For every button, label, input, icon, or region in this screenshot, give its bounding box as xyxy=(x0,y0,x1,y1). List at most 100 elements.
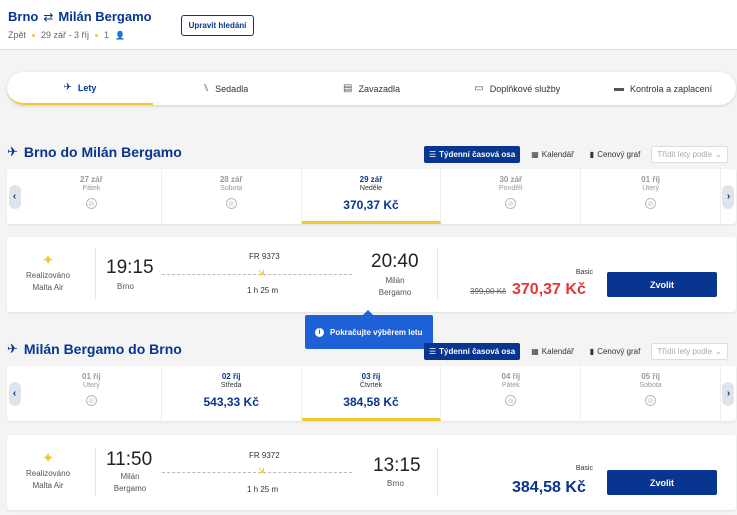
step-label: Lety xyxy=(77,82,97,93)
sort-dropdown[interactable]: Třídit lety podle ⌄ xyxy=(651,343,728,360)
bar-chart-icon: ▮ xyxy=(589,347,595,356)
plane-takeoff-icon: ✈ xyxy=(7,144,18,159)
date-cell-selected[interactable]: 29 zář Neděle 370,37 Kč xyxy=(301,169,442,224)
sort-dropdown[interactable]: Třídit lety podle ⌄ xyxy=(651,146,728,163)
departure-airport: Bergamo xyxy=(113,484,147,493)
view-label: Kalendář xyxy=(541,150,574,159)
inbound-date-carousel: ‹ 01 říj Úterý ⊘ 02 říj Středa 543,33 Kč… xyxy=(7,366,736,421)
view-label: Týdenní časová osa xyxy=(439,347,516,356)
list-icon: ☰ xyxy=(429,347,437,356)
no-flight-icon: ⊘ xyxy=(225,198,237,209)
next-dates-button[interactable]: › xyxy=(721,169,736,224)
divider xyxy=(95,447,96,497)
outbound-date-carousel: ‹ 27 zář Pátek ⊘ 28 zář Sobota ⊘ 29 zář … xyxy=(7,169,736,224)
price-graph-button[interactable]: ▮ Cenový graf xyxy=(585,343,646,360)
price-graph-button[interactable]: ▮ Cenový graf xyxy=(585,146,646,163)
search-summary-header: Brno ⇄ Milán Bergamo Zpět 29 zář - 3 říj… xyxy=(0,0,737,50)
departure-place: Milán Bergamo xyxy=(110,471,150,495)
date-cell[interactable]: 02 říj Středa 543,33 Kč xyxy=(162,366,302,421)
arrival-time: 20:40 xyxy=(371,251,419,272)
select-flight-button[interactable]: Zvolit xyxy=(607,272,717,297)
weekday-label: Pátek xyxy=(82,185,101,192)
prev-dates-button[interactable]: ‹ xyxy=(7,366,22,421)
origin-label: Brno xyxy=(8,9,39,24)
view-label: Kalendář xyxy=(541,347,574,356)
booking-steps: ✈ Lety ⑊ Sedadla ▤ Zavazadla ▭ Doplňkové… xyxy=(7,72,736,105)
plane-icon: ✈ xyxy=(253,266,269,282)
calendar-view-button[interactable]: ▦ Kalendář xyxy=(526,146,579,163)
departure-time: 19:15 xyxy=(106,257,154,278)
timeline-view-button[interactable]: ☰ Týdenní časová osa xyxy=(424,146,521,163)
step-extras[interactable]: ▭ Doplňkové služby xyxy=(444,72,590,105)
select-flight-button[interactable]: Zvolit xyxy=(607,470,717,495)
date-label: 01 říj xyxy=(82,372,101,381)
outbound-flight-card: ✦ Realizováno Malta Air 19:15 Brno FR 93… xyxy=(7,237,736,312)
chevron-left-icon: ‹ xyxy=(8,381,21,406)
passenger-count: 1 xyxy=(104,30,110,40)
arrival-airport: Bergamo xyxy=(378,288,412,297)
weekday-label: Sobota xyxy=(639,382,662,389)
flight-duration: 1 h 25 m xyxy=(247,286,279,295)
luggage-icon: ▤ xyxy=(343,83,353,94)
info-icon: i xyxy=(315,327,324,337)
calendar-icon: ▦ xyxy=(531,150,539,159)
person-icon: 👤 xyxy=(115,30,126,40)
date-label: 27 zář xyxy=(80,175,103,184)
card-icon: ▬ xyxy=(614,83,625,94)
operated-by-label: Realizováno xyxy=(25,469,71,478)
return-arrows-icon: ⇄ xyxy=(43,9,54,24)
view-label: Týdenní časová osa xyxy=(439,150,516,159)
weekday-label: Sobota xyxy=(220,185,243,192)
step-flights[interactable]: ✈ Lety xyxy=(7,72,153,105)
date-cell: 01 říj Úterý ⊘ xyxy=(22,366,162,421)
original-price: 399,00 Kč xyxy=(470,287,507,296)
flight-number: FR 9372 xyxy=(249,451,280,460)
arrival-time: 13:15 xyxy=(373,455,421,476)
step-checkout[interactable]: ▬ Kontrola a zaplacení xyxy=(590,72,736,105)
separator-dot xyxy=(95,33,99,37)
departure-time: 11:50 xyxy=(106,449,153,470)
outbound-title: ✈ Brno do Milán Bergamo xyxy=(7,144,182,160)
arrival-city: Milán xyxy=(385,276,405,285)
monitor-icon: ▭ xyxy=(474,83,484,94)
prev-dates-button[interactable]: ‹ xyxy=(7,169,22,224)
edit-search-button[interactable]: Upravit hledání xyxy=(181,15,254,36)
no-flight-icon: ⊘ xyxy=(85,395,97,406)
bar-chart-icon: ▮ xyxy=(589,150,595,159)
date-label: 29 zář xyxy=(359,175,383,184)
no-flight-icon: ⊘ xyxy=(645,395,657,406)
weekday-label: Pondělí xyxy=(498,185,523,192)
date-label: 02 říj xyxy=(221,372,241,381)
date-cell: 30 zář Pondělí ⊘ xyxy=(441,169,582,224)
section-title-text: Brno do Milán Bergamo xyxy=(23,144,182,160)
list-icon: ☰ xyxy=(429,150,437,159)
inbound-flight-card: ✦ Realizováno Malta Air 11:50 Milán Berg… xyxy=(7,435,736,510)
divider xyxy=(95,249,96,299)
timeline-view-button[interactable]: ☰ Týdenní časová osa xyxy=(424,343,521,360)
arrival-place: Milán Bergamo xyxy=(375,275,415,299)
view-switcher: ☰ Týdenní časová osa ▦ Kalendář ▮ Cenový gr… xyxy=(424,343,728,360)
date-label: 30 zář xyxy=(499,175,523,184)
inbound-title: ✈ Milán Bergamo do Brno xyxy=(7,341,182,357)
flight-price: 384,58 Kč xyxy=(512,479,586,496)
chevron-right-icon: › xyxy=(722,184,735,209)
departure-place: Brno xyxy=(117,282,134,291)
operated-by-label: Realizováno xyxy=(25,271,71,280)
airline-logo-icon: ✦ xyxy=(41,252,55,269)
step-seats[interactable]: ⑊ Sedadla xyxy=(153,72,299,105)
calendar-view-button[interactable]: ▦ Kalendář xyxy=(526,343,579,360)
airline-info: ✦ Realizováno Malta Air xyxy=(19,451,77,492)
weekday-label: Středa xyxy=(220,382,242,389)
no-flight-icon: ⊘ xyxy=(505,198,517,209)
separator-dot xyxy=(32,33,36,37)
flight-duration: 1 h 25 m xyxy=(247,485,279,494)
next-dates-button[interactable]: › xyxy=(721,366,736,421)
chevron-left-icon: ‹ xyxy=(8,184,21,209)
airline-info: ✦ Realizováno Malta Air xyxy=(19,253,77,294)
step-luggage[interactable]: ▤ Zavazadla xyxy=(299,72,445,105)
date-cell: 27 zář Pátek ⊘ xyxy=(22,169,162,224)
date-cell: 04 říj Pátek ⊘ xyxy=(441,366,582,421)
plane-takeoff-icon: ✈ xyxy=(7,341,18,356)
date-cell-selected[interactable]: 03 říj Čtvrtek 384,58 Kč xyxy=(301,366,442,421)
view-label: Cenový graf xyxy=(597,150,641,159)
